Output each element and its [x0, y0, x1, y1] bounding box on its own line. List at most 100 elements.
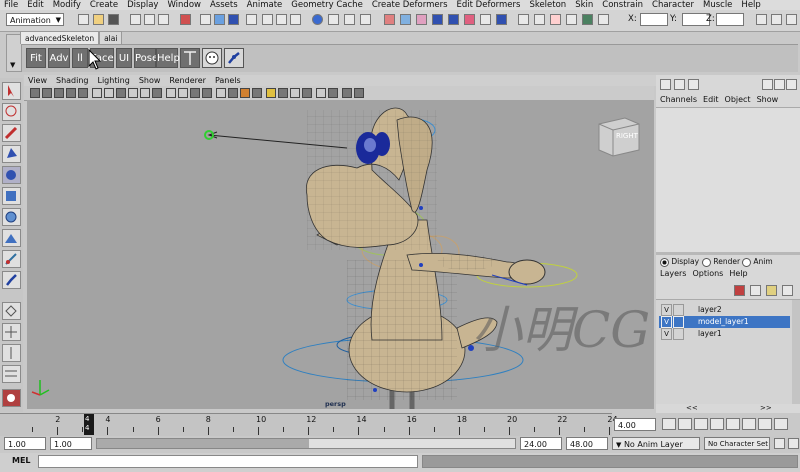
panel-divider[interactable] [656, 252, 800, 255]
layer-color-icon[interactable] [685, 328, 694, 338]
panel-menu-shading[interactable]: Shading [56, 75, 89, 86]
hypershade-icon[interactable] [384, 14, 395, 25]
scroll-right-icon[interactable]: >> [760, 404, 772, 412]
channel-menu-channels[interactable]: Channels [660, 95, 697, 104]
ik-icon[interactable] [448, 14, 459, 25]
render-radio[interactable]: Render [702, 257, 740, 267]
resolution-gate-icon[interactable] [116, 88, 126, 98]
attribute-tab-icon[interactable] [688, 79, 699, 90]
layer-menu-options[interactable]: Options [692, 269, 723, 278]
snap-plane-icon[interactable] [246, 14, 257, 25]
isolate-select-icon[interactable] [290, 88, 300, 98]
play-forward-icon[interactable] [726, 418, 740, 430]
select-tool-icon[interactable] [2, 82, 21, 100]
curve-icon[interactable] [550, 14, 561, 25]
scroll-left-icon[interactable]: << [686, 404, 698, 412]
xray-icon[interactable] [228, 88, 238, 98]
menu-modify[interactable]: Modify [53, 0, 81, 10]
render-view-icon[interactable] [312, 14, 323, 25]
gate-mask-icon[interactable] [128, 88, 138, 98]
range-bar[interactable] [96, 438, 516, 449]
smooth-icon[interactable] [480, 14, 491, 25]
wireframe-on-shaded-icon[interactable] [216, 88, 226, 98]
expand-icon[interactable] [786, 79, 797, 90]
field-chart-icon[interactable] [140, 88, 150, 98]
menu-geometry-cache[interactable]: Geometry Cache [291, 0, 363, 10]
bounding-box-icon[interactable] [202, 88, 212, 98]
time-slider[interactable]: 4 4 2 4 6 8 10 12 14 16 18 20 22 24 [0, 413, 618, 436]
snap-grid-icon[interactable] [200, 14, 211, 25]
tab-alai[interactable]: alai [99, 31, 123, 44]
step-forward-key-icon[interactable] [758, 418, 772, 430]
lattice-icon[interactable] [566, 14, 577, 25]
joint-chain-tool-icon[interactable] [2, 271, 21, 289]
smooth-shade-icon[interactable] [178, 88, 188, 98]
channel-box-icon[interactable] [786, 14, 797, 25]
mask-icon[interactable] [180, 14, 191, 25]
layer-sort-icon[interactable] [782, 285, 793, 296]
key-icon[interactable] [774, 79, 785, 90]
wireframe-icon[interactable] [166, 88, 176, 98]
flat-shade-icon[interactable] [190, 88, 200, 98]
paint-select-tool-icon[interactable] [2, 124, 21, 142]
grid-toggle-icon[interactable] [92, 88, 102, 98]
layer-editor-tab-icon[interactable] [674, 79, 685, 90]
panel-menu-panels[interactable]: Panels [215, 75, 241, 86]
layer-color-icon[interactable] [685, 316, 694, 326]
playback-start-field[interactable]: 1.00 [50, 437, 92, 450]
layer-visibility-toggle[interactable]: V [661, 304, 672, 316]
step-back-frame-icon[interactable] [694, 418, 708, 430]
menu-help[interactable]: Help [741, 0, 760, 10]
textured-icon[interactable] [240, 88, 250, 98]
safe-action-icon[interactable] [152, 88, 162, 98]
face-rig-icon[interactable] [202, 48, 222, 68]
channel-menu-show[interactable]: Show [757, 95, 779, 104]
menu-constrain[interactable]: Constrain [602, 0, 643, 10]
rotate-tool-icon[interactable] [2, 166, 21, 184]
layer-row-model-layer1[interactable]: V model_layer1 [659, 316, 790, 328]
history-icon[interactable] [262, 14, 273, 25]
high-quality-icon[interactable] [302, 88, 312, 98]
graph-editor-icon[interactable] [400, 14, 411, 25]
render-icon[interactable] [328, 14, 339, 25]
menu-create-deformers[interactable]: Create Deformers [372, 0, 448, 10]
anim-layer-dropdown[interactable]: ▼ No Anim Layer [612, 437, 700, 450]
end-time-field[interactable]: 48.00 [566, 437, 608, 450]
perspective-viewport[interactable]: RIGHT persp 小明CG [27, 100, 654, 409]
default-light-icon[interactable] [266, 88, 276, 98]
channel-box-tab-icon[interactable] [660, 79, 671, 90]
layer-row-layer2[interactable]: V layer2 [659, 304, 790, 316]
camera-icon[interactable] [30, 88, 40, 98]
move-tool-icon[interactable] [2, 145, 21, 163]
snap-point-icon[interactable] [228, 14, 239, 25]
camera-attr-icon[interactable] [42, 88, 52, 98]
current-time-field[interactable]: 4.00 [614, 418, 656, 431]
ui-button[interactable]: UI [116, 48, 132, 68]
relative-icon[interactable] [598, 14, 609, 25]
sort-icon[interactable] [762, 79, 773, 90]
go-to-start-icon[interactable] [662, 418, 676, 430]
panel-menu-renderer[interactable]: Renderer [169, 75, 206, 86]
lasso-tool-icon[interactable] [2, 103, 21, 121]
help-button[interactable]: Help [156, 48, 180, 68]
layer-options-icon[interactable] [766, 285, 777, 296]
menu-assets[interactable]: Assets [210, 0, 238, 10]
adv-button[interactable]: Adv [48, 48, 70, 68]
menu-create[interactable]: Create [90, 0, 118, 10]
new-scene-icon[interactable] [78, 14, 89, 25]
viewport-renderer-icon[interactable] [342, 88, 352, 98]
menu-file[interactable]: File [4, 0, 18, 10]
anim-radio[interactable]: Anim [742, 257, 773, 267]
tool-settings-icon[interactable] [771, 14, 782, 25]
layer-color-icon[interactable] [685, 304, 694, 314]
layer-type-toggle[interactable] [673, 328, 684, 340]
layer-type-toggle[interactable] [673, 304, 684, 316]
use-all-lights-icon[interactable] [252, 88, 262, 98]
last-tool-icon[interactable] [2, 250, 21, 268]
layer-row-layer1[interactable]: V layer1 [659, 328, 790, 340]
channel-menu-edit[interactable]: Edit [703, 95, 719, 104]
input-output-icon[interactable] [276, 14, 287, 25]
menu-display[interactable]: Display [127, 0, 158, 10]
custom-layout-icon[interactable] [2, 389, 21, 407]
layout-single-icon[interactable] [2, 302, 21, 320]
